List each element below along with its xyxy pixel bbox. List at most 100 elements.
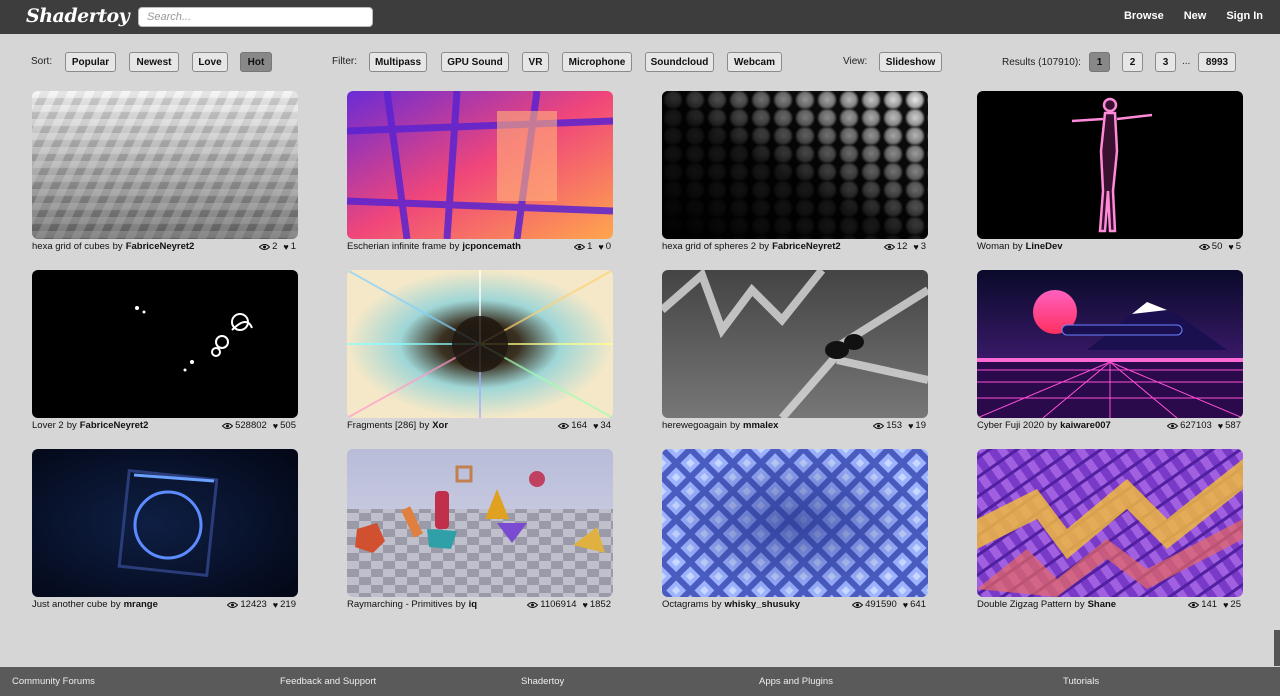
eye-icon: [1188, 601, 1199, 609]
by-label: by: [1047, 420, 1058, 431]
shader-thumbnail[interactable]: [977, 91, 1243, 239]
filter-gpu-sound-button[interactable]: GPU Sound: [441, 52, 509, 72]
shader-title[interactable]: Raymarching - Primitives: [347, 599, 453, 610]
shader-card[interactable]: Just another cube by mrange 12423 ♥ 219: [32, 449, 298, 611]
by-label: by: [110, 599, 121, 610]
shader-title[interactable]: Lover 2: [32, 420, 64, 431]
shader-author[interactable]: Xor: [432, 420, 448, 431]
sort-love-button[interactable]: Love: [192, 52, 228, 72]
like-count: 505: [280, 420, 296, 431]
shader-author[interactable]: whisky_shusuky: [725, 599, 801, 610]
footer-shadertoy-link[interactable]: Shadertoy: [521, 676, 564, 687]
shader-card[interactable]: Raymarching - Primitives by iq 1106914 ♥ 185…: [347, 449, 613, 611]
shader-thumbnail[interactable]: [32, 270, 298, 418]
filter-multipass-button[interactable]: Multipass: [369, 52, 427, 72]
like-count: 1852: [589, 599, 611, 610]
shader-thumbnail[interactable]: [662, 91, 928, 239]
shader-title[interactable]: hexa grid of spheres 2: [662, 241, 756, 252]
shader-thumbnail[interactable]: [347, 91, 613, 239]
shader-title[interactable]: Woman: [977, 241, 1010, 252]
shader-thumbnail[interactable]: [977, 270, 1243, 418]
like-count: 3: [920, 241, 926, 252]
shader-card[interactable]: herewegoagain by mmalex 153 ♥ 19: [662, 270, 928, 432]
shader-title[interactable]: Cyber Fuji 2020: [977, 420, 1044, 431]
eye-icon: [222, 422, 233, 430]
by-label: by: [759, 241, 770, 252]
shader-thumbnail[interactable]: [347, 270, 613, 418]
shader-title[interactable]: Escherian infinite frame: [347, 241, 446, 252]
shader-card[interactable]: hexa grid of cubes by FabriceNeyret2 2 ♥ 1: [32, 91, 298, 253]
shader-author[interactable]: LineDev: [1026, 241, 1063, 252]
shader-card[interactable]: Octagrams by whisky_shusuky 491590 ♥ 641: [662, 449, 928, 611]
by-label: by: [66, 420, 77, 431]
shader-card[interactable]: Fragments [286] by Xor 164 ♥ 34: [347, 270, 613, 432]
eye-icon: [1199, 243, 1210, 251]
filter-microphone-button[interactable]: Microphone: [562, 52, 632, 72]
filter-soundcloud-button[interactable]: Soundcloud: [645, 52, 714, 72]
like-count: 1: [290, 241, 296, 252]
shader-author[interactable]: jcponcemath: [462, 241, 521, 252]
by-label: by: [419, 420, 430, 431]
shader-thumbnail[interactable]: [32, 91, 298, 239]
sign-in-link[interactable]: Sign In: [1226, 10, 1263, 22]
shader-card[interactable]: hexa grid of spheres 2 by FabriceNeyret2 1…: [662, 91, 928, 253]
filter-webcam-button[interactable]: Webcam: [727, 52, 782, 72]
search-input[interactable]: [138, 7, 373, 27]
view-count: 12423: [240, 599, 267, 610]
scrollbar-thumb[interactable]: [1274, 630, 1280, 666]
results-count: Results (107910):: [1002, 57, 1081, 68]
shader-author[interactable]: mmalex: [743, 420, 778, 431]
footer-apps-plugins-link[interactable]: Apps and Plugins: [759, 676, 833, 687]
shader-title[interactable]: herewegoagain: [662, 420, 727, 431]
shader-thumbnail[interactable]: [32, 449, 298, 597]
shader-title[interactable]: Double Zigzag Pattern: [977, 599, 1072, 610]
like-count: 34: [600, 420, 611, 431]
like-count: 25: [1230, 599, 1241, 610]
shader-author[interactable]: mrange: [124, 599, 158, 610]
shader-card[interactable]: Cyber Fuji 2020 by kaiware007 627103 ♥ 587: [977, 270, 1243, 432]
sort-popular-button[interactable]: Popular: [65, 52, 116, 72]
eye-icon: [558, 422, 569, 430]
shader-author[interactable]: iq: [469, 599, 477, 610]
shader-thumbnail[interactable]: [347, 449, 613, 597]
page-1-button[interactable]: 1: [1089, 52, 1110, 72]
shader-info: Double Zigzag Pattern by Shane 141 ♥ 25: [977, 599, 1243, 613]
page-2-button[interactable]: 2: [1122, 52, 1143, 72]
heart-icon: ♥: [1223, 599, 1229, 610]
view-count: 491590: [865, 599, 897, 610]
shader-title[interactable]: hexa grid of cubes: [32, 241, 110, 252]
filter-label: Filter:: [332, 56, 357, 67]
footer-tutorials-link[interactable]: Tutorials: [1063, 676, 1099, 687]
footer-community-forums-link[interactable]: Community Forums: [12, 676, 95, 687]
new-link[interactable]: New: [1184, 10, 1207, 22]
sort-hot-button[interactable]: Hot: [240, 52, 272, 72]
shader-title[interactable]: Octagrams: [662, 599, 708, 610]
shader-card[interactable]: Lover 2 by FabriceNeyret2 528802 ♥ 505: [32, 270, 298, 432]
view-count: 1: [587, 241, 593, 252]
by-label: by: [1012, 241, 1023, 252]
filter-vr-button[interactable]: VR: [522, 52, 549, 72]
shader-card[interactable]: Woman by LineDev 50 ♥ 5: [977, 91, 1243, 253]
like-count: 587: [1225, 420, 1241, 431]
shader-title[interactable]: Fragments [286]: [347, 420, 416, 431]
footer-feedback-link[interactable]: Feedback and Support: [280, 676, 376, 687]
page-last-button[interactable]: 8993: [1198, 52, 1236, 72]
shader-thumbnail[interactable]: [662, 449, 928, 597]
shader-author[interactable]: Shane: [1088, 599, 1117, 610]
shader-thumbnail[interactable]: [662, 270, 928, 418]
view-slideshow-button[interactable]: Slideshow: [879, 52, 942, 72]
shader-author[interactable]: FabriceNeyret2: [80, 420, 149, 431]
footer: Community Forums Feedback and Support Sh…: [0, 667, 1280, 696]
shader-card[interactable]: Double Zigzag Pattern by Shane 141 ♥ 25: [977, 449, 1243, 611]
shader-title[interactable]: Just another cube: [32, 599, 108, 610]
sort-newest-button[interactable]: Newest: [129, 52, 179, 72]
shader-card[interactable]: Escherian infinite frame by jcponcemath 1 ♥…: [347, 91, 613, 253]
like-count: 19: [915, 420, 926, 431]
shader-author[interactable]: FabriceNeyret2: [772, 241, 841, 252]
shader-author[interactable]: FabriceNeyret2: [126, 241, 195, 252]
shader-author[interactable]: kaiware007: [1060, 420, 1111, 431]
shadertoy-logo[interactable]: Shadertoy: [26, 5, 130, 27]
browse-link[interactable]: Browse: [1124, 10, 1164, 22]
shader-thumbnail[interactable]: [977, 449, 1243, 597]
page-3-button[interactable]: 3: [1155, 52, 1176, 72]
